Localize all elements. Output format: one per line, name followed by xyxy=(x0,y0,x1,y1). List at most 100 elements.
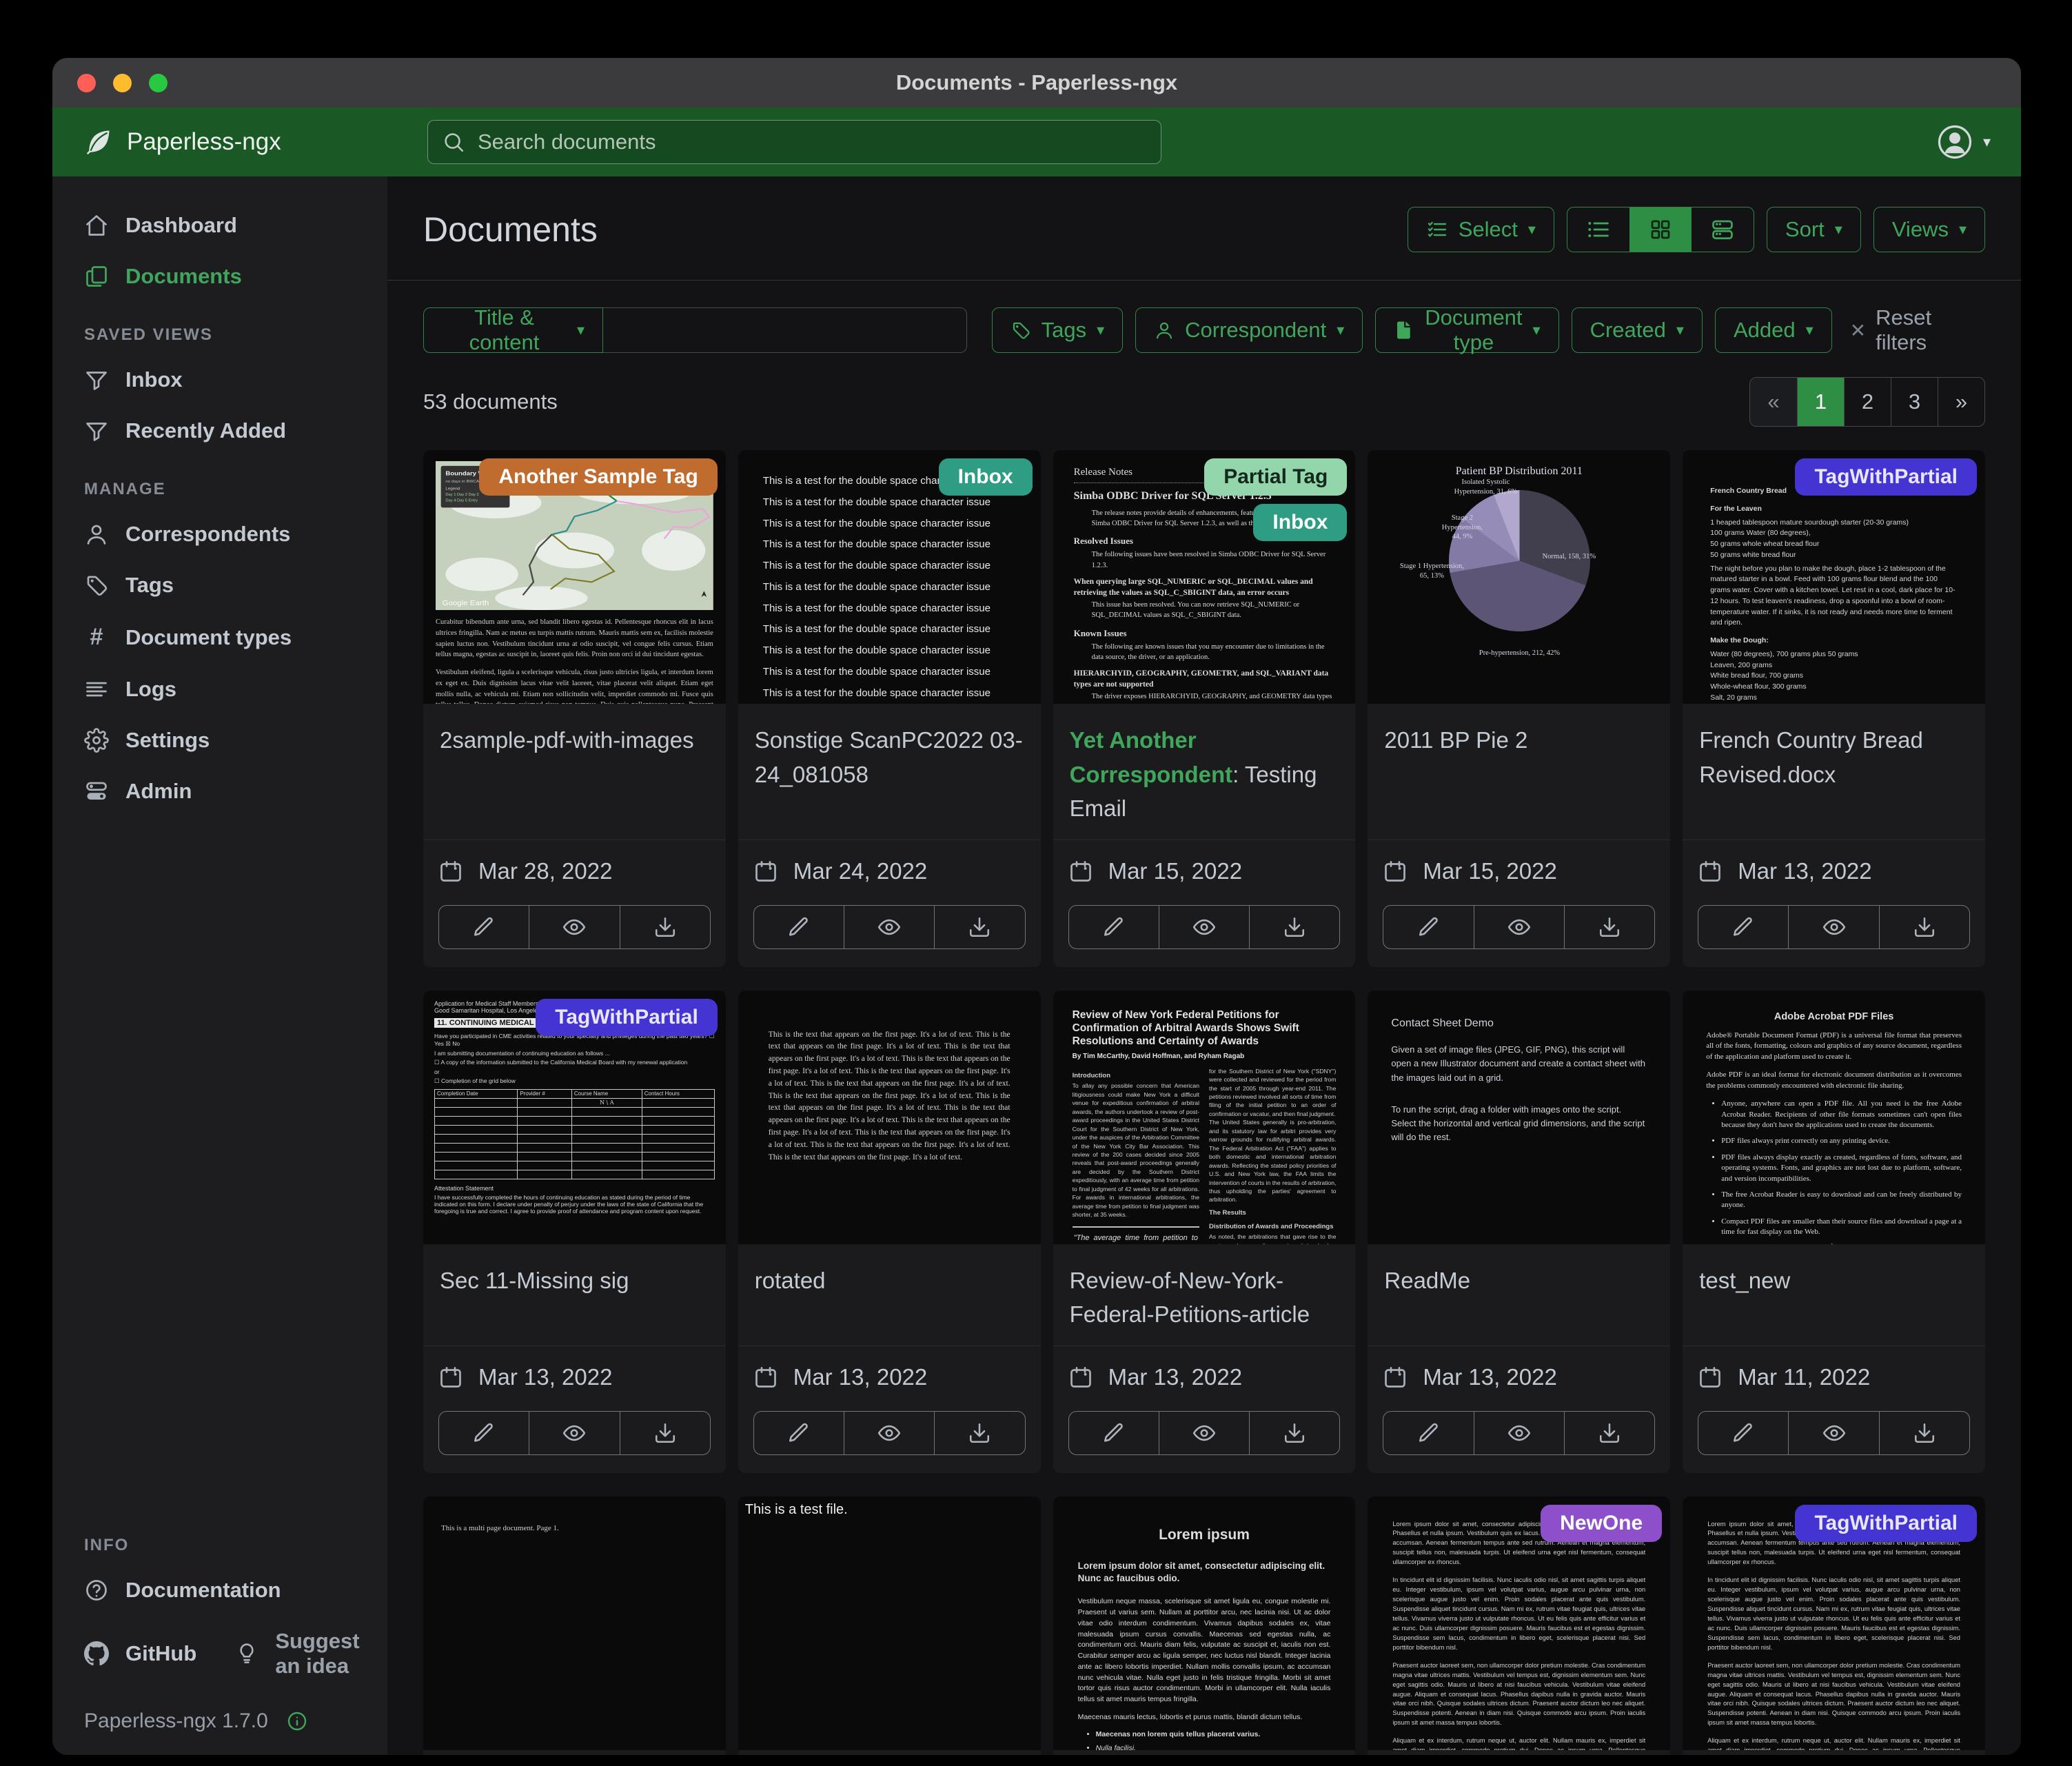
view-button[interactable] xyxy=(844,906,934,948)
views-button[interactable]: Views▾ xyxy=(1873,207,1985,252)
reset-filters-button[interactable]: ✕ Reset filters xyxy=(1845,305,1985,355)
tag-badge[interactable]: Another Sample Tag xyxy=(479,458,717,496)
pagination-last[interactable]: » xyxy=(1938,378,1984,426)
document-thumbnail[interactable]: Contact Sheet DemoGiven a set of image f… xyxy=(1368,991,1670,1244)
edit-button[interactable] xyxy=(1698,1412,1788,1454)
download-button[interactable] xyxy=(1249,1412,1339,1454)
pagination-page-3[interactable]: 3 xyxy=(1891,378,1938,426)
sidebar-item-dashboard[interactable]: Dashboard xyxy=(52,200,387,251)
document-title[interactable]: Sec 11-Missing sig xyxy=(440,1263,709,1298)
document-title[interactable]: ReadMe xyxy=(1384,1263,1654,1298)
document-thumbnail[interactable]: Patient BP Distribution 2011Isolated Sys… xyxy=(1368,450,1670,704)
correspondent-link[interactable]: Yet Another Correspondent xyxy=(1070,727,1233,787)
document-title[interactable]: rotated xyxy=(755,1263,1024,1298)
minimize-window-button[interactable] xyxy=(113,74,132,92)
sidebar-item-logs[interactable]: Logs xyxy=(52,664,387,715)
view-button[interactable] xyxy=(529,906,619,948)
view-toggle-cards[interactable] xyxy=(1692,207,1754,252)
filter-correspondent-button[interactable]: Correspondent▾ xyxy=(1135,307,1363,353)
info-icon[interactable] xyxy=(286,1710,308,1732)
view-toggle-list[interactable] xyxy=(1567,207,1629,252)
filter-document-type-button[interactable]: Document type▾ xyxy=(1375,307,1558,353)
document-thumbnail[interactable]: Adobe Acrobat PDF FilesAdobe® Portable D… xyxy=(1683,991,1985,1244)
pagination-page-1[interactable]: 1 xyxy=(1797,378,1844,426)
download-button[interactable] xyxy=(1879,1412,1969,1454)
edit-button[interactable] xyxy=(754,1412,844,1454)
edit-button[interactable] xyxy=(1383,906,1473,948)
tag-badge[interactable]: TagWithPartial xyxy=(1795,458,1977,496)
tag-badge[interactable]: TagWithPartial xyxy=(1795,1505,1977,1542)
filter-added-button[interactable]: Added▾ xyxy=(1715,307,1832,353)
user-menu[interactable]: ▾ xyxy=(1936,123,1991,161)
download-button[interactable] xyxy=(620,1412,710,1454)
document-thumbnail[interactable]: Review of New York Federal Petitions for… xyxy=(1053,991,1356,1244)
edit-button[interactable] xyxy=(1069,1412,1159,1454)
view-button[interactable] xyxy=(1474,1412,1564,1454)
document-thumbnail[interactable]: This is a multi page document. Page 1. xyxy=(423,1496,726,1750)
document-thumbnail[interactable]: Lorem ipsumLorem ipsum dolor sit amet, c… xyxy=(1053,1496,1356,1750)
document-thumbnail[interactable]: Application for Medical Staff MembersGoo… xyxy=(423,991,726,1244)
filter-tags-button[interactable]: Tags▾ xyxy=(992,307,1124,353)
view-button[interactable] xyxy=(844,1412,934,1454)
sidebar-item-github[interactable]: GitHub xyxy=(52,1628,203,1679)
document-thumbnail[interactable]: Boundary Waters Tripno days in BWCALegen… xyxy=(423,450,726,704)
document-title[interactable]: Review-of-New-York-Federal-Petitions-art… xyxy=(1070,1263,1339,1332)
document-thumbnail[interactable]: French Country BreadFor the Leaven1 heap… xyxy=(1683,450,1985,704)
document-thumbnail[interactable]: This is a test for the double space char… xyxy=(738,450,1041,704)
download-button[interactable] xyxy=(1879,906,1969,948)
filter-created-button[interactable]: Created▾ xyxy=(1572,307,1703,353)
edit-button[interactable] xyxy=(754,906,844,948)
sidebar-item-recently-added[interactable]: Recently Added xyxy=(52,405,387,456)
view-button[interactable] xyxy=(1474,906,1564,948)
edit-button[interactable] xyxy=(1698,906,1788,948)
tag-badge[interactable]: NewOne xyxy=(1541,1505,1662,1542)
download-button[interactable] xyxy=(934,1412,1024,1454)
close-window-button[interactable] xyxy=(77,74,96,92)
brand[interactable]: Paperless-ngx xyxy=(83,127,427,157)
view-button[interactable] xyxy=(529,1412,619,1454)
edit-button[interactable] xyxy=(439,1412,529,1454)
view-button[interactable] xyxy=(1159,906,1249,948)
sidebar-item-suggest-idea[interactable]: Suggest an idea xyxy=(203,1616,387,1692)
download-button[interactable] xyxy=(1564,1412,1654,1454)
sidebar-item-correspondents[interactable]: Correspondents xyxy=(52,509,387,560)
sidebar-item-settings[interactable]: Settings xyxy=(52,715,387,766)
document-thumbnail[interactable]: Release NotesSimba ODBC Driver for SQL S… xyxy=(1053,450,1356,704)
download-button[interactable] xyxy=(1564,906,1654,948)
edit-button[interactable] xyxy=(1069,906,1159,948)
document-title[interactable]: Yet Another Correspondent: Testing Email xyxy=(1070,723,1339,826)
sort-button[interactable]: Sort▾ xyxy=(1767,207,1861,252)
select-button[interactable]: Select▾ xyxy=(1408,207,1554,252)
view-button[interactable] xyxy=(1159,1412,1249,1454)
view-button[interactable] xyxy=(1788,906,1878,948)
search-input[interactable] xyxy=(476,129,1147,155)
document-thumbnail[interactable]: This is a test file. xyxy=(738,1496,1041,1750)
download-button[interactable] xyxy=(934,906,1024,948)
filter-text-input[interactable] xyxy=(603,307,967,353)
pagination-first[interactable]: « xyxy=(1750,378,1797,426)
download-button[interactable] xyxy=(1249,906,1339,948)
view-toggle-grid[interactable] xyxy=(1629,207,1692,252)
edit-button[interactable] xyxy=(439,906,529,948)
document-title[interactable]: 2sample-pdf-with-images xyxy=(440,723,709,758)
tag-badge[interactable]: Inbox xyxy=(1253,504,1347,541)
sidebar-item-admin[interactable]: Admin xyxy=(52,766,387,817)
edit-button[interactable] xyxy=(1383,1412,1473,1454)
document-thumbnail[interactable]: Lorem ipsum dolor sit amet, consectetur … xyxy=(1683,1496,1985,1750)
document-title[interactable]: 2011 BP Pie 2 xyxy=(1384,723,1654,758)
download-button[interactable] xyxy=(620,906,710,948)
document-thumbnail[interactable]: This is the text that appears on the fir… xyxy=(738,991,1041,1244)
zoom-window-button[interactable] xyxy=(149,74,167,92)
filter-field-button[interactable]: Title & content▾ xyxy=(423,307,603,353)
tag-badge[interactable]: Partial Tag xyxy=(1204,458,1347,496)
tag-badge[interactable]: Inbox xyxy=(939,458,1033,496)
sidebar-item-document-types[interactable]: #Document types xyxy=(52,611,387,664)
pagination-page-2[interactable]: 2 xyxy=(1844,378,1891,426)
document-title[interactable]: test_new xyxy=(1699,1263,1969,1298)
document-title[interactable]: French Country Bread Revised.docx xyxy=(1699,723,1969,791)
sidebar-item-documentation[interactable]: Documentation xyxy=(52,1565,387,1616)
document-title[interactable]: Sonstige ScanPC2022 03-24_081058 xyxy=(755,723,1024,791)
sidebar-item-documents[interactable]: Documents xyxy=(52,251,387,302)
sidebar-item-tags[interactable]: Tags xyxy=(52,560,387,611)
sidebar-item-inbox[interactable]: Inbox xyxy=(52,354,387,405)
